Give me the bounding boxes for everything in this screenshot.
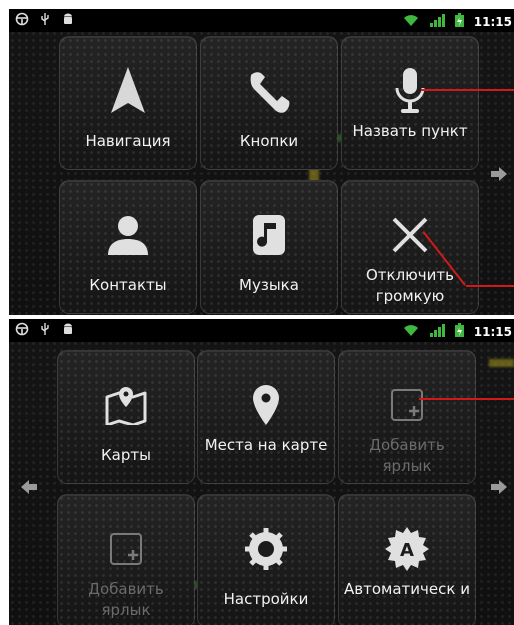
tile-settings[interactable]: Настройки: [197, 494, 335, 625]
android-debug-icon: [61, 322, 75, 336]
car-home-screen-1: 11:15 Навигация Кнопки Назвать пункт Кон…: [9, 9, 514, 315]
microphone-icon: [395, 68, 425, 113]
battery-icon: [454, 13, 464, 30]
tile-label: Музыка: [239, 276, 299, 294]
signal-icon: [429, 13, 445, 30]
tile-label: Контакты: [89, 276, 167, 294]
tile-buttons[interactable]: Кнопки: [200, 36, 338, 170]
tile-navigation[interactable]: Навигация: [59, 36, 197, 170]
annotation-line: [421, 89, 514, 91]
tile-maps[interactable]: Карты: [57, 350, 195, 484]
tile-mute-speaker[interactable]: Отключить громкую: [341, 180, 479, 314]
tile-label: Автоматическ и: [344, 580, 470, 598]
usb-icon: [38, 322, 52, 336]
status-time: 11:15: [473, 324, 512, 339]
car-home-screen-2: 11:15 Карты Места на карте Добавить ярлы…: [9, 319, 514, 625]
tile-label: Места на карте: [204, 436, 328, 454]
tile-label: Карты: [101, 446, 151, 464]
tile-places[interactable]: Места на карте: [197, 350, 335, 484]
tile-label: Кнопки: [239, 132, 299, 150]
status-time: 11:15: [473, 14, 512, 29]
tile-music[interactable]: Музыка: [200, 180, 338, 314]
tile-label: Настройки: [223, 590, 309, 608]
add-shortcut-icon: [391, 389, 423, 421]
battery-icon: [454, 323, 464, 340]
tile-contacts[interactable]: Контакты: [59, 180, 197, 314]
phone-handset-icon: [250, 72, 290, 113]
annotation-line: [466, 285, 514, 287]
usb-icon: [38, 12, 52, 26]
tile-name-point[interactable]: Назвать пункт: [341, 36, 479, 170]
next-page-arrow-icon[interactable]: [491, 479, 507, 495]
tile-label: Навигация: [85, 132, 171, 150]
status-bar: 11:15: [9, 319, 514, 342]
next-page-arrow-icon[interactable]: [491, 166, 507, 182]
tile-label: Добавить ярлык: [88, 580, 164, 619]
wifi-icon: [403, 14, 419, 30]
music-note-icon: [253, 215, 285, 255]
android-debug-icon: [61, 12, 75, 26]
tile-add-shortcut[interactable]: Добавить ярлык: [57, 494, 195, 625]
steering-wheel-icon: [15, 322, 29, 336]
tile-label: Добавить ярлык: [369, 436, 445, 475]
tile-automatic[interactable]: A Автоматическ и: [338, 494, 476, 625]
prev-page-arrow-icon[interactable]: [21, 479, 37, 495]
bg-streak: [489, 359, 514, 367]
add-shortcut-icon: [110, 533, 142, 565]
navigation-arrow-icon: [111, 67, 145, 113]
steering-wheel-icon: [15, 12, 29, 26]
svg-text:A: A: [400, 540, 414, 561]
tile-add-shortcut[interactable]: Добавить ярлык: [338, 350, 476, 484]
location-pin-icon: [253, 385, 279, 425]
wifi-icon: [403, 324, 419, 340]
map-pin-icon: [105, 387, 147, 425]
settings-gear-icon: [245, 528, 287, 570]
annotation-line: [419, 398, 514, 400]
signal-icon: [429, 323, 445, 340]
status-bar: 11:15: [9, 9, 514, 32]
tile-label: Назвать пункт: [352, 122, 468, 140]
auto-a-icon: A: [385, 527, 429, 571]
contact-person-icon: [108, 216, 148, 255]
